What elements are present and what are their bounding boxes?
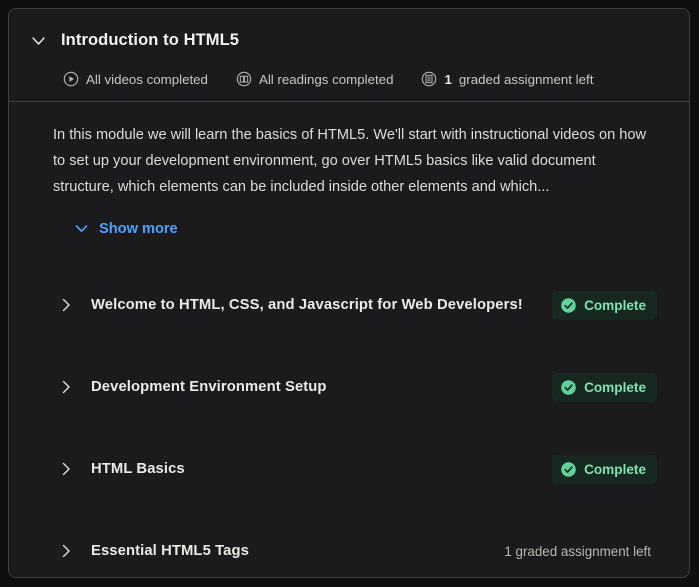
meta-item-assignments-label: graded assignment left — [458, 71, 594, 87]
play-circle-icon — [63, 71, 79, 87]
chevron-down-icon — [31, 36, 45, 45]
check-circle-icon — [561, 461, 576, 477]
chevron-down-icon — [75, 225, 88, 233]
chevron-right-icon[interactable] — [53, 456, 79, 482]
module-card: Introduction to HTML5 All videos complet… — [8, 8, 690, 578]
show-more-label: Show more — [99, 220, 178, 237]
status-badge: Complete — [552, 454, 657, 484]
lesson-row[interactable]: Development Environment Setup Complete — [53, 346, 659, 428]
lesson-title: HTML Basics — [91, 461, 185, 477]
page-title: Introduction to HTML5 — [61, 30, 240, 49]
check-circle-icon — [561, 297, 576, 313]
status-badge: Complete — [552, 372, 657, 402]
lesson-title: Essential HTML5 Tags — [91, 543, 249, 559]
module-collapse-toggle[interactable] — [25, 27, 51, 53]
assignment-circle-icon — [422, 71, 437, 87]
lesson-title: Welcome to HTML, CSS, and Javascript for… — [91, 297, 523, 313]
lesson-row[interactable]: HTML Basics Complete — [53, 428, 659, 510]
meta-item-videos-label: All videos completed — [86, 71, 208, 87]
lesson-row[interactable]: Essential HTML5 Tags 1 graded assignment… — [53, 510, 659, 577]
chevron-right-icon[interactable] — [53, 292, 79, 318]
chevron-right-icon[interactable] — [53, 538, 79, 564]
meta-item-assignments: 1 graded assignment left — [421, 71, 593, 87]
module-progress-summary: All videos completed All readings comple… — [25, 71, 669, 87]
status-badge-label: Complete — [584, 461, 646, 477]
status-badge-label: Complete — [584, 379, 646, 395]
meta-item-readings: All readings completed — [236, 71, 394, 87]
book-circle-icon — [236, 71, 252, 87]
lesson-title: Development Environment Setup — [91, 379, 327, 395]
module-body: In this module we will learn the basics … — [9, 102, 689, 577]
show-more-button[interactable]: Show more — [71, 218, 180, 239]
check-circle-icon — [561, 379, 576, 395]
status-badge: Complete — [552, 290, 657, 320]
lesson-list: Welcome to HTML, CSS, and Javascript for… — [53, 264, 659, 577]
module-title-row[interactable]: Introduction to HTML5 — [25, 27, 669, 53]
module-description: In this module we will learn the basics … — [53, 127, 647, 195]
meta-item-videos: All videos completed — [63, 71, 208, 87]
status-badge-label: Complete — [584, 297, 646, 313]
chevron-right-icon[interactable] — [53, 374, 79, 400]
meta-item-readings-label: All readings completed — [258, 71, 394, 87]
module-header: Introduction to HTML5 All videos complet… — [9, 9, 689, 102]
status-note: 1 graded assignment left — [504, 543, 651, 559]
meta-item-assignments-count: 1 — [444, 71, 452, 87]
lesson-row[interactable]: Welcome to HTML, CSS, and Javascript for… — [53, 264, 659, 346]
